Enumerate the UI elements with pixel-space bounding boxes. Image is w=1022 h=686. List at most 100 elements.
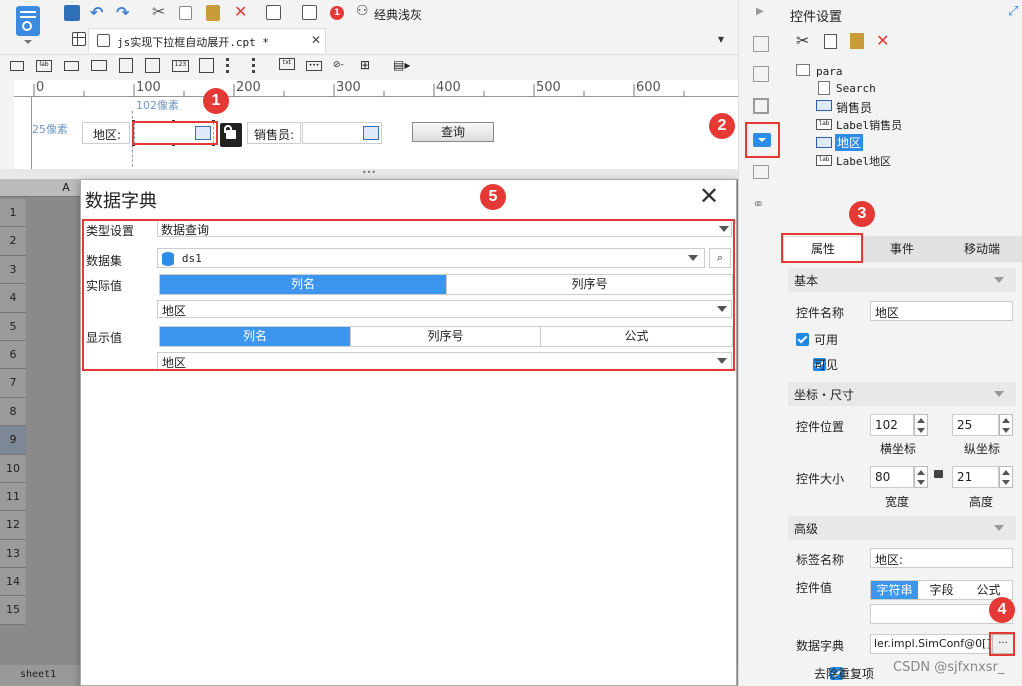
tree-item-search[interactable]: Search [836, 82, 876, 95]
ruler-tick: 500 [536, 80, 561, 95]
file-tab-bar: js实现下拉框自动展开.cpt * ✕ ▾ [58, 27, 738, 53]
display-tab-column-index[interactable]: 列序号 [350, 327, 540, 346]
display-tab-column-name[interactable]: 列名 [160, 327, 350, 346]
pos-y-stepper[interactable] [999, 414, 1013, 436]
textarea-widget-icon[interactable] [199, 58, 214, 73]
sheet-tab[interactable]: sheet1 [20, 669, 56, 680]
row-header: 10 [0, 454, 26, 483]
region-label-box[interactable]: 地区: [82, 122, 130, 144]
expand-panel-icon[interactable]: ⤢ [1008, 4, 1018, 19]
value-tab-string[interactable]: 字符串 [871, 581, 918, 599]
tree-item-label-salesman[interactable]: Label销售员 [836, 117, 902, 133]
text-field-widget-icon[interactable] [10, 61, 24, 71]
salesman-label-box[interactable]: 销售员: [247, 122, 301, 144]
label-widget-icon[interactable]: lab [36, 60, 52, 72]
tree-widget-icon[interactable]: ⊞ [360, 58, 375, 73]
data-dictionary-edit-button[interactable]: ··· [992, 634, 1014, 654]
pos-y-input[interactable]: 25 [952, 414, 999, 436]
close-tab-icon[interactable]: ✕ [311, 33, 321, 47]
combo-dropdown-icon[interactable] [363, 126, 379, 140]
link-icon[interactable]: ⚭ [752, 195, 765, 213]
chart-icon[interactable] [753, 66, 769, 82]
aspect-lock-icon[interactable] [934, 470, 943, 478]
date-widget-icon[interactable] [119, 58, 133, 73]
paste-icon[interactable] [850, 33, 864, 49]
txt-widget-icon[interactable]: txt [279, 58, 295, 70]
tree-root[interactable]: para [816, 65, 843, 78]
width-stepper[interactable] [914, 466, 928, 488]
pos-x-input[interactable]: 102 [870, 414, 914, 436]
tree-item-salesman[interactable]: 销售员 [836, 99, 872, 116]
calendar-widget-icon[interactable] [145, 58, 160, 73]
actual-tab-column-index[interactable]: 列序号 [446, 275, 732, 294]
query-button[interactable]: 查询 [412, 122, 494, 142]
tree-item-region[interactable]: 地区 [835, 134, 864, 151]
undo-icon[interactable]: ↶ [90, 3, 103, 22]
type-label: 类型设置 [86, 224, 135, 238]
more-widgets-icon[interactable]: ▤▸ [393, 58, 415, 73]
grid-view-icon[interactable] [72, 32, 86, 46]
coord-section-header[interactable]: 坐标・尺寸 [788, 382, 1016, 406]
cut-icon[interactable]: ✂ [796, 31, 809, 50]
widget-settings-icon[interactable] [753, 133, 771, 147]
notification-badge[interactable]: 1 [330, 6, 344, 20]
list-icon[interactable] [753, 165, 769, 179]
checkbox-group-widget-icon[interactable] [252, 58, 267, 73]
height-stepper[interactable] [999, 466, 1013, 488]
basic-section-header[interactable]: 基本 [788, 268, 1016, 292]
actual-value-select[interactable]: 地区 [157, 300, 732, 318]
enabled-checkbox[interactable] [796, 333, 809, 346]
paste-icon[interactable] [206, 5, 220, 21]
display-value-select[interactable]: 地区 [157, 352, 732, 370]
display-tab-formula[interactable]: 公式 [540, 327, 732, 346]
radio-group-widget-icon[interactable] [226, 58, 241, 73]
value-tab-field[interactable]: 字段 [918, 581, 965, 599]
file-tab[interactable]: js实现下拉框自动展开.cpt * ✕ [88, 28, 326, 53]
preview-icon[interactable] [302, 5, 317, 20]
delete-icon[interactable]: ✕ [234, 2, 247, 21]
canvas-splitter[interactable]: ••• [0, 169, 738, 179]
close-icon[interactable]: ✕ [699, 182, 719, 210]
dataset-preview-button[interactable]: ⌕ [709, 248, 731, 268]
combo-dropdown-icon[interactable] [195, 126, 211, 140]
report-logo-icon[interactable] [16, 6, 40, 36]
tab-properties[interactable]: 属性 [784, 237, 862, 261]
dataset-select[interactable]: ds1 [157, 248, 705, 268]
cut-icon[interactable]: ✂ [152, 2, 165, 21]
theme-icon[interactable]: ⚇ [356, 3, 369, 19]
redo-icon[interactable]: ↷ [116, 3, 129, 22]
theme-label[interactable]: 经典浅灰 [374, 6, 422, 23]
data-dictionary-input[interactable]: ler.impl.SimConf@0[] [870, 634, 990, 654]
value-tab-formula[interactable]: 公式 [965, 581, 1012, 599]
height-input[interactable]: 21 [952, 466, 999, 488]
combo-widget-icon[interactable] [91, 60, 107, 71]
lock-icon[interactable] [220, 123, 242, 147]
tab-mobile[interactable]: 移动端 [942, 237, 1022, 261]
y-caption: 纵坐标 [964, 442, 1001, 456]
pos-x-stepper[interactable] [914, 414, 928, 436]
collapse-arrow-icon[interactable]: ▶ [756, 6, 764, 17]
button-widget-icon[interactable] [64, 61, 79, 71]
number-widget-icon[interactable]: 123 [172, 60, 189, 72]
type-select[interactable]: 数据查询 [157, 220, 732, 237]
copy-icon[interactable] [824, 34, 837, 49]
tag-name-input[interactable]: 地区: [870, 548, 1013, 568]
frame-icon[interactable] [753, 98, 769, 114]
layout-icon[interactable] [753, 36, 769, 52]
delete-icon[interactable]: ✕ [876, 31, 889, 50]
tab-menu-icon[interactable]: ▾ [718, 32, 724, 46]
region-combobox[interactable] [134, 122, 214, 144]
logo-dropdown-icon[interactable] [24, 40, 32, 44]
save-icon[interactable] [64, 5, 80, 21]
multi-select-widget-icon[interactable]: ⊘- [333, 60, 349, 71]
tree-item-label-region[interactable]: Label地区 [836, 153, 891, 169]
text-format-icon[interactable] [266, 5, 281, 20]
salesman-combobox[interactable] [302, 122, 382, 144]
width-input[interactable]: 80 [870, 466, 914, 488]
name-input[interactable]: 地区 [870, 301, 1013, 321]
copy-icon[interactable] [179, 6, 192, 20]
actual-tab-column-name[interactable]: 列名 [160, 275, 446, 294]
tab-events[interactable]: 事件 [862, 237, 942, 261]
advanced-section-header[interactable]: 高级 [788, 516, 1016, 540]
password-widget-icon[interactable]: ••• [306, 61, 322, 71]
